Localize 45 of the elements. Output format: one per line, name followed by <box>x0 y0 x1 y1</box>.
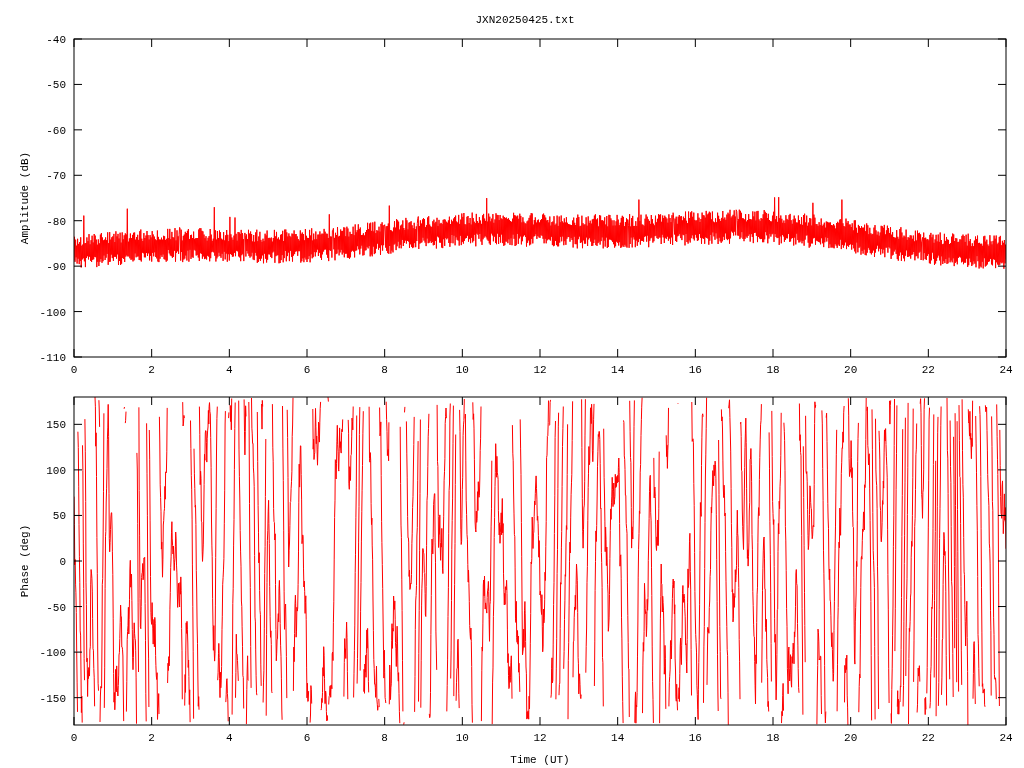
x-tick-label: 14 <box>611 732 625 744</box>
x-tick-label: 20 <box>844 364 858 376</box>
x-tick-label: 16 <box>688 364 702 376</box>
x-tick-label: 4 <box>226 364 233 376</box>
y-tick-label: -110 <box>39 352 66 364</box>
x-tick-label: 8 <box>381 732 388 744</box>
y-tick-label: 0 <box>59 556 66 568</box>
x-tick-label: 2 <box>148 732 155 744</box>
x-tick-label: 2 <box>148 364 155 376</box>
x-tick-label: 20 <box>844 732 858 744</box>
y-tick-label: -90 <box>46 261 66 274</box>
x-tick-label: 14 <box>611 364 625 376</box>
y-tick-label: -60 <box>46 124 66 137</box>
x-tick-label: 22 <box>921 364 935 376</box>
x-tick-label: 10 <box>455 364 469 376</box>
x-tick-label: 8 <box>381 364 388 376</box>
y-axis-label: Phase (deg) <box>19 524 31 598</box>
y-tick-label: -40 <box>46 34 66 46</box>
x-tick-label: 24 <box>999 732 1013 744</box>
x-tick-label: 12 <box>533 732 547 744</box>
y-tick-label: -70 <box>46 170 66 183</box>
y-tick-label: 150 <box>46 419 66 432</box>
y-axis-label: Amplitude (dB) <box>19 151 31 245</box>
y-tick-label: -80 <box>46 215 66 228</box>
y-tick-label: -150 <box>39 692 66 705</box>
x-tick-label: 4 <box>226 732 233 744</box>
y-tick-label: 50 <box>52 510 66 523</box>
x-tick-label: 0 <box>70 732 78 744</box>
x-tick-label: 22 <box>921 732 935 744</box>
x-tick-label: 6 <box>303 364 311 376</box>
x-tick-label: 18 <box>766 364 780 376</box>
x-tick-label: 0 <box>70 364 78 376</box>
y-tick-label: -100 <box>39 647 66 660</box>
x-tick-label: 24 <box>999 364 1013 376</box>
x-tick-label: 18 <box>766 732 780 744</box>
chart-title: JXN20250425.txt <box>475 14 575 26</box>
x-tick-label: 6 <box>303 732 311 744</box>
x-tick-label: 12 <box>533 364 547 376</box>
x-tick-label: 16 <box>688 732 702 744</box>
y-tick-label: 100 <box>46 464 66 477</box>
y-tick-label: -50 <box>46 79 66 92</box>
x-tick-label: 10 <box>455 732 469 744</box>
y-tick-label: -50 <box>46 601 66 614</box>
y-tick-label: -100 <box>39 306 66 319</box>
x-axis-label: Time (UT) <box>510 754 570 766</box>
